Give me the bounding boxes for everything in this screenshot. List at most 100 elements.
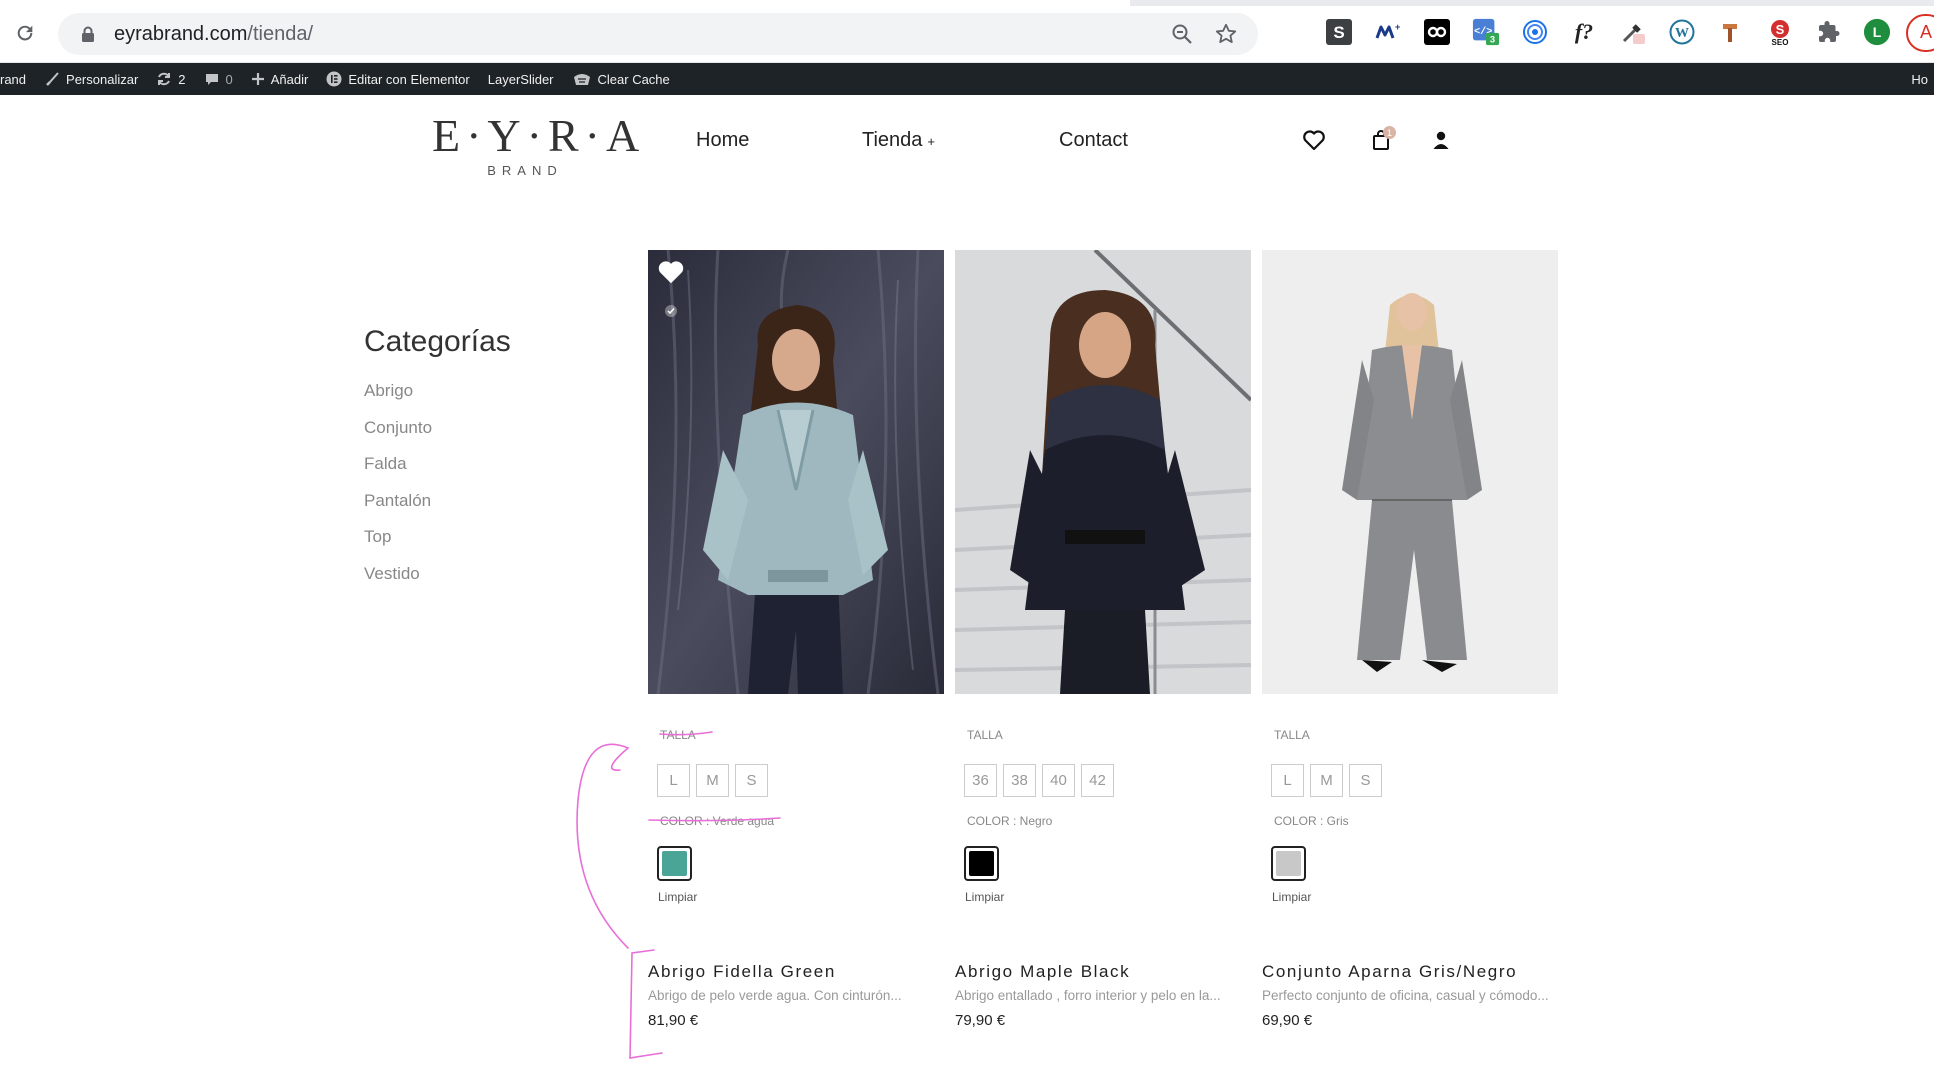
categories-list: Abrigo Conjunto Falda Pantalón Top Vesti…	[364, 381, 624, 600]
admin-comments[interactable]: 0	[195, 63, 242, 95]
size-option[interactable]: 42	[1081, 764, 1114, 797]
admin-add-new[interactable]: Añadir	[242, 63, 318, 95]
nav-home[interactable]: Home	[696, 129, 749, 152]
extension-wordpress-icon[interactable]: W	[1668, 18, 1696, 46]
extension-infinity-icon[interactable]	[1423, 18, 1451, 46]
size-option[interactable]: 38	[1003, 764, 1036, 797]
product-price: 81,90 €	[648, 1012, 699, 1029]
product-name[interactable]: Abrigo Fidella Green	[648, 962, 836, 982]
color-label: COLOR : Gris	[1274, 814, 1349, 828]
comment-icon	[205, 74, 218, 85]
bookmark-star-icon[interactable]	[1214, 22, 1238, 51]
browser-toolbar: eyrabrand.com/tienda/ S + </> 3 f? W S SEO	[0, 0, 1934, 63]
cart-count-badge: 1	[1383, 126, 1396, 139]
admin-clear-cache[interactable]: Clear Cache	[563, 63, 679, 95]
size-option[interactable]: S	[1349, 764, 1382, 797]
product-name[interactable]: Abrigo Maple Black	[955, 962, 1130, 982]
product-price: 79,90 €	[955, 1012, 1006, 1029]
product-price: 69,90 €	[1262, 1012, 1313, 1029]
category-conjunto[interactable]: Conjunto	[364, 418, 624, 455]
plus-icon	[251, 73, 264, 85]
admin-site-name[interactable]: rand	[0, 63, 35, 95]
address-bar[interactable]: eyrabrand.com/tienda/	[58, 13, 1258, 55]
product-description: Abrigo entallado , forro interior y pelo…	[955, 988, 1221, 1003]
extension-eyedropper-icon[interactable]	[1619, 18, 1647, 46]
product-wishlist-heart-icon[interactable]	[656, 258, 686, 286]
extension-s-icon[interactable]: S	[1325, 18, 1353, 46]
lock-icon[interactable]	[78, 24, 98, 44]
svg-text:S: S	[1776, 22, 1785, 37]
swatch-fill	[662, 851, 687, 876]
clear-selection-link[interactable]: Limpiar	[965, 890, 1004, 904]
size-option[interactable]: L	[657, 764, 690, 797]
site-header: E·Y·R·A BRAND Home Tienda + Contact	[0, 95, 1934, 185]
categories-title: Categorías	[364, 325, 511, 358]
admin-customize[interactable]: Personalizar	[35, 63, 147, 95]
clear-selection-link[interactable]: Limpiar	[1272, 890, 1311, 904]
extension-code-icon[interactable]: </> 3	[1472, 18, 1500, 46]
svg-text:3: 3	[1490, 34, 1495, 44]
brand-logo[interactable]: E·Y·R·A BRAND	[432, 113, 639, 179]
size-options: L M S	[657, 764, 768, 797]
color-swatch[interactable]	[964, 846, 999, 881]
size-option[interactable]: 40	[1042, 764, 1075, 797]
extension-font-icon[interactable]: f?	[1570, 18, 1598, 46]
product-image[interactable]	[1262, 250, 1558, 694]
admin-elementor[interactable]: Editar con Elementor	[317, 63, 478, 95]
product-card: TALLA 36 38 40 42 COLOR : Negro Limpiar …	[955, 250, 1251, 1029]
product-card: TALLA L M S COLOR : Gris Limpiar Conjunt…	[1262, 250, 1558, 1029]
tab-strip	[0, 0, 1934, 6]
nav-contact[interactable]: Contact	[1059, 129, 1128, 152]
clear-selection-link[interactable]: Limpiar	[658, 890, 697, 904]
size-option[interactable]: L	[1271, 764, 1304, 797]
admin-updates[interactable]: 2	[147, 63, 194, 95]
category-falda[interactable]: Falda	[364, 454, 624, 491]
category-top[interactable]: Top	[364, 527, 624, 564]
extension-movistar-icon[interactable]: +	[1374, 18, 1402, 46]
size-label: TALLA	[1274, 728, 1310, 742]
size-options: L M S	[1271, 764, 1382, 797]
zoom-icon[interactable]	[1170, 22, 1194, 51]
cache-icon	[573, 74, 590, 85]
category-vestido[interactable]: Vestido	[364, 564, 624, 601]
product-name[interactable]: Conjunto Aparna Gris/Negro	[1262, 962, 1517, 982]
color-swatch[interactable]	[657, 846, 692, 881]
size-label: TALLA	[967, 728, 1003, 742]
svg-text:S: S	[1333, 23, 1344, 42]
extensions-puzzle-icon[interactable]	[1815, 18, 1843, 46]
extension-seo-icon[interactable]: S SEO	[1766, 18, 1794, 46]
category-abrigo[interactable]: Abrigo	[364, 381, 624, 418]
size-option[interactable]: M	[696, 764, 729, 797]
svg-text:SEO: SEO	[1772, 38, 1789, 46]
admin-layerslider[interactable]: LayerSlider	[479, 63, 563, 95]
active-tab[interactable]	[0, 0, 1130, 6]
product-image[interactable]	[955, 250, 1251, 694]
wishlist-heart-icon[interactable]	[1301, 127, 1327, 153]
extension-target-icon[interactable]	[1521, 18, 1549, 46]
svg-text:f?: f?	[1575, 19, 1593, 44]
extension-hammer-icon[interactable]	[1717, 18, 1745, 46]
product-description: Abrigo de pelo verde agua. Con cinturón.…	[648, 988, 902, 1003]
category-pantalon[interactable]: Pantalón	[364, 491, 624, 528]
size-option[interactable]: 36	[964, 764, 997, 797]
nav-tienda[interactable]: Tienda +	[862, 129, 935, 152]
profile-letter: L	[1873, 24, 1882, 40]
updates-icon	[158, 72, 171, 86]
admin-account[interactable]: Ho	[1905, 63, 1934, 95]
size-option[interactable]: M	[1310, 764, 1343, 797]
browser-menu-button[interactable]: A	[1906, 14, 1934, 52]
svg-text:W: W	[1675, 26, 1689, 41]
profile-avatar[interactable]: L	[1863, 18, 1891, 46]
categories-sidebar: Categorías Abrigo Conjunto Falda Pantaló…	[364, 325, 624, 600]
url-text[interactable]: eyrabrand.com/tienda/	[114, 23, 313, 46]
color-label: COLOR : Verde agua	[660, 814, 775, 828]
product-card: TALLA L M S COLOR : Verde agua Limpiar A…	[648, 250, 944, 1029]
check-icon[interactable]	[665, 305, 677, 317]
product-image[interactable]	[648, 250, 944, 694]
reload-icon[interactable]	[10, 18, 40, 48]
size-option[interactable]: S	[735, 764, 768, 797]
size-options: 36 38 40 42	[964, 764, 1114, 797]
color-swatch[interactable]	[1271, 846, 1306, 881]
account-user-icon[interactable]	[1428, 127, 1454, 153]
product-description: Perfecto conjunto de oficina, casual y c…	[1262, 988, 1549, 1003]
